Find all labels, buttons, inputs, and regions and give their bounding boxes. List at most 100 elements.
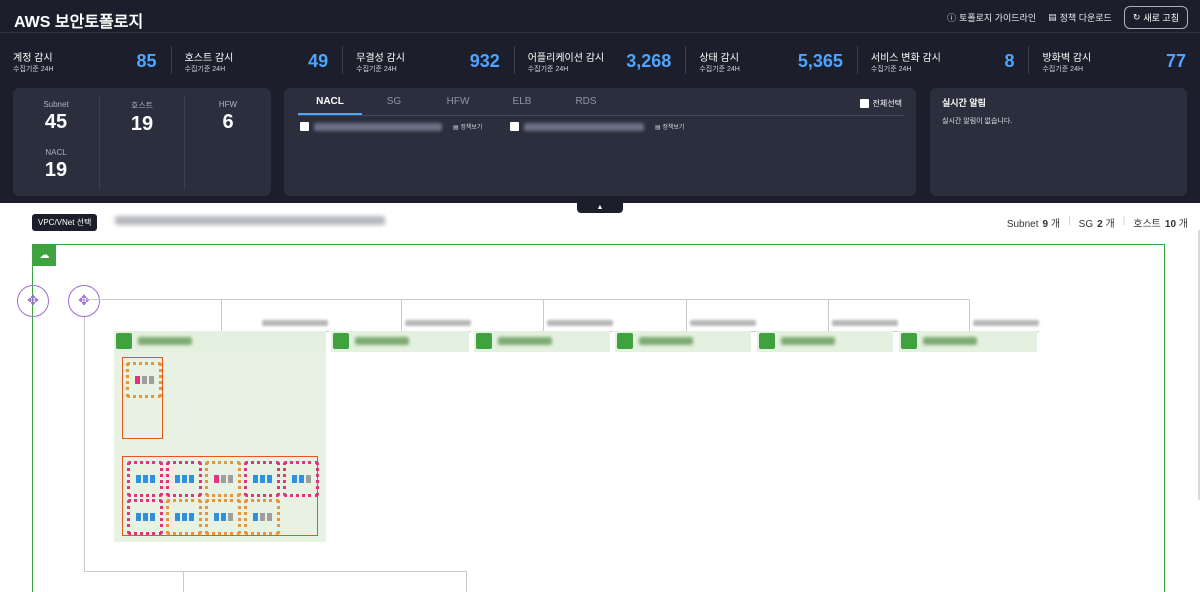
metric-service-change[interactable]: 서비스 변화 감시 수집기준 24H 8 bbox=[858, 46, 1030, 74]
metric-status[interactable]: 상태 감시 수집기준 24H 5,365 bbox=[686, 46, 858, 74]
guide-link[interactable]: ⓘ 토폴로지 가이드라인 bbox=[947, 11, 1036, 24]
metric-sub: 수집기준 24H bbox=[356, 66, 397, 73]
subnet-cidr-redacted bbox=[138, 337, 192, 345]
subnet-cidr-redacted bbox=[498, 337, 552, 345]
subnet-node[interactable] bbox=[899, 331, 1037, 352]
ec2-instance-icon[interactable] bbox=[244, 499, 280, 535]
select-all[interactable]: 전체선택 bbox=[859, 98, 902, 109]
tab-hfw[interactable]: HFW bbox=[426, 96, 490, 115]
metric-label: 어플리케이션 감시 bbox=[527, 53, 605, 64]
subnet-node[interactable] bbox=[474, 331, 610, 352]
divider bbox=[184, 96, 185, 190]
view-label: 정책보기 bbox=[460, 125, 483, 131]
connector-line bbox=[401, 299, 402, 331]
router-icon[interactable]: ✥ bbox=[68, 285, 100, 317]
route-label-redacted bbox=[690, 320, 756, 326]
metric-sub: 수집기준 24H bbox=[13, 66, 54, 73]
ec2-instance-icon[interactable] bbox=[166, 499, 202, 535]
connector-line bbox=[969, 299, 970, 331]
tab-nacl[interactable]: NACL bbox=[298, 96, 362, 115]
connector-line bbox=[84, 571, 467, 572]
metric-value: 85 bbox=[136, 51, 157, 71]
select-all-checkbox[interactable] bbox=[859, 99, 869, 108]
ec2-instance-icon[interactable] bbox=[126, 362, 162, 398]
count-label: NACL bbox=[45, 148, 67, 157]
connector-line bbox=[84, 317, 85, 571]
ec2-instance-icon[interactable] bbox=[205, 499, 241, 535]
vpc-select-button[interactable]: VPC/VNet 선택 bbox=[32, 214, 98, 231]
vpc-name-redacted bbox=[115, 216, 385, 225]
policy-tabs: NACL SG HFW ELB RDS bbox=[298, 96, 618, 115]
summary-host: 호스트 10 개 bbox=[1133, 219, 1188, 230]
count-value: 19 bbox=[130, 113, 154, 135]
subnet-icon bbox=[617, 333, 633, 349]
ec2-instance-icon[interactable] bbox=[127, 461, 163, 497]
tab-sg[interactable]: SG bbox=[362, 96, 426, 115]
metric-sub: 수집기준 24H bbox=[870, 66, 912, 73]
page-title: AWS 보안토폴로지 bbox=[14, 14, 144, 31]
connector-line bbox=[466, 571, 467, 592]
metric-value: 932 bbox=[469, 51, 500, 71]
document-icon: ▤ bbox=[1048, 12, 1057, 22]
subnet-node[interactable] bbox=[757, 331, 893, 352]
subnet-node[interactable] bbox=[114, 331, 326, 352]
route-label-redacted bbox=[973, 320, 1039, 326]
metric-label: 상태 감시 bbox=[699, 53, 739, 64]
tab-elb[interactable]: ELB bbox=[490, 96, 554, 115]
metric-account[interactable]: 계정 감시 수집기준 24H 85 bbox=[0, 46, 172, 74]
connector-line bbox=[543, 299, 544, 331]
refresh-label: 새로 고침 bbox=[1143, 13, 1179, 23]
router-icon[interactable]: ✥ bbox=[17, 285, 49, 317]
tab-rds[interactable]: RDS bbox=[554, 96, 618, 115]
connector-line bbox=[828, 299, 829, 331]
metric-host[interactable]: 호스트 감시 수집기준 24H 49 bbox=[172, 46, 344, 74]
ec2-instance-icon[interactable] bbox=[283, 461, 319, 497]
metric-label: 무결성 감시 bbox=[356, 53, 405, 64]
dashboard-header-area: AWS 보안토폴로지 ⓘ 토폴로지 가이드라인 ▤ 정책 다운로드 ↻ 새로 고… bbox=[0, 0, 1200, 203]
ec2-instance-icon[interactable] bbox=[127, 499, 163, 535]
metric-value: 77 bbox=[1166, 51, 1187, 71]
download-link[interactable]: ▤ 정책 다운로드 bbox=[1048, 11, 1112, 24]
policy-checkbox[interactable] bbox=[300, 122, 309, 131]
alert-title: 실시간 알림 bbox=[942, 98, 986, 108]
metric-sub: 수집기준 24H bbox=[1042, 66, 1084, 73]
policy-view-link[interactable]: ▤ 정책보기 bbox=[453, 122, 482, 131]
metric-label: 방화벽 감시 bbox=[1042, 53, 1092, 64]
chevron-up-icon: ▲ bbox=[596, 204, 604, 211]
route-label-redacted bbox=[405, 320, 471, 326]
metric-application[interactable]: 어플리케이션 감시 수집기준 24H 3,268 bbox=[515, 46, 687, 74]
ec2-instance-icon[interactable] bbox=[205, 461, 241, 497]
policy-view-link[interactable]: ▤ 정책보기 bbox=[655, 122, 684, 131]
divider bbox=[99, 96, 100, 190]
download-label: 정책 다운로드 bbox=[1059, 13, 1112, 23]
info-icon: ⓘ bbox=[947, 13, 957, 23]
policy-item: ▤ 정책보기 bbox=[510, 122, 684, 131]
header-actions: ⓘ 토폴로지 가이드라인 ▤ 정책 다운로드 ↻ 새로 고침 bbox=[947, 6, 1188, 29]
metric-label: 계정 감시 bbox=[13, 53, 53, 64]
count-value: 19 bbox=[44, 159, 68, 181]
subnet-node[interactable] bbox=[331, 331, 469, 352]
count-subnet: Subnet 45 bbox=[21, 100, 91, 134]
metric-sub: 수집기준 24H bbox=[184, 66, 226, 73]
subnet-node[interactable] bbox=[615, 331, 751, 352]
collapse-toggle[interactable]: ▲ bbox=[577, 203, 623, 213]
count-label: HFW bbox=[218, 100, 238, 109]
subnet-icon bbox=[116, 333, 132, 349]
alert-empty-message: 실시간 알림이 없습니다. bbox=[942, 118, 1013, 125]
refresh-button[interactable]: ↻ 새로 고침 bbox=[1123, 6, 1188, 29]
ec2-instance-icon[interactable] bbox=[166, 461, 202, 497]
header-divider bbox=[0, 32, 1200, 33]
policy-checkbox[interactable] bbox=[510, 122, 519, 131]
subnet-icon bbox=[476, 333, 492, 349]
summary-sg: SG 2 개 bbox=[1078, 219, 1115, 230]
metric-integrity[interactable]: 무결성 감시 수집기준 24H 932 bbox=[343, 46, 515, 74]
route-label-redacted bbox=[262, 320, 328, 326]
count-host: 호스트 19 bbox=[107, 100, 177, 136]
connector-line bbox=[686, 299, 687, 331]
count-hfw: HFW 6 bbox=[193, 100, 263, 134]
ec2-instance-icon[interactable] bbox=[244, 461, 280, 497]
metric-firewall[interactable]: 방화벽 감시 수집기준 24H 77 bbox=[1029, 46, 1200, 74]
metric-value: 49 bbox=[308, 51, 329, 71]
resource-count-panel: Subnet 45 호스트 19 HFW 6 NACL 19 bbox=[13, 88, 271, 196]
metric-sub: 수집기준 24H bbox=[527, 66, 569, 73]
